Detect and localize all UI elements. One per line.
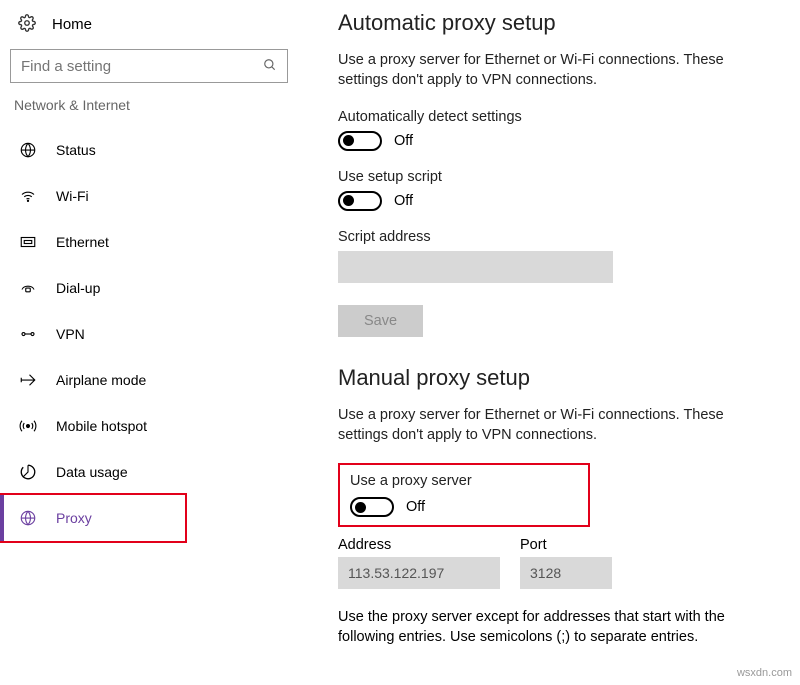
vpn-icon xyxy=(18,324,38,344)
auto-detect-label: Automatically detect settings xyxy=(338,109,780,125)
sidebar-item-dialup[interactable]: Dial-up xyxy=(10,265,300,311)
globe-icon xyxy=(18,140,38,160)
setup-script-toggle[interactable] xyxy=(338,191,382,211)
dialup-icon xyxy=(18,278,38,298)
content: Automatic proxy setup Use a proxy server… xyxy=(300,0,800,685)
sidebar-item-airplane[interactable]: Airplane mode xyxy=(10,357,300,403)
search-icon xyxy=(263,58,277,75)
save-button[interactable]: Save xyxy=(338,305,423,337)
sidebar-item-wifi[interactable]: Wi-Fi xyxy=(10,173,300,219)
address-label: Address xyxy=(338,537,500,553)
sidebar-item-status[interactable]: Status xyxy=(10,127,300,173)
home-label: Home xyxy=(52,16,92,33)
sidebar-item-label: Mobile hotspot xyxy=(56,418,147,434)
ethernet-icon xyxy=(18,232,38,252)
sidebar-item-label: Proxy xyxy=(56,510,92,526)
setup-script-state: Off xyxy=(394,193,413,209)
search-input[interactable] xyxy=(21,58,263,75)
use-proxy-highlight: Use a proxy server Off xyxy=(338,463,590,527)
auto-detect-state: Off xyxy=(394,133,413,149)
auto-detect-toggle[interactable] xyxy=(338,131,382,151)
setup-script-label: Use setup script xyxy=(338,169,780,185)
port-input[interactable] xyxy=(520,557,612,589)
port-label: Port xyxy=(520,537,612,553)
proxy-icon xyxy=(18,508,38,528)
sidebar-item-label: Airplane mode xyxy=(56,372,146,388)
auto-heading: Automatic proxy setup xyxy=(338,10,780,36)
use-proxy-label: Use a proxy server xyxy=(350,473,578,489)
home-button[interactable]: Home xyxy=(10,10,300,47)
search-box[interactable] xyxy=(10,49,288,83)
use-proxy-state: Off xyxy=(406,499,425,515)
nav-list: Status Wi-Fi Ethernet Dial-up VPN Airpla… xyxy=(10,127,300,541)
script-address-input[interactable] xyxy=(338,251,613,283)
category-label: Network & Internet xyxy=(14,97,300,113)
auto-description: Use a proxy server for Ethernet or Wi-Fi… xyxy=(338,50,758,91)
sidebar-item-data-usage[interactable]: Data usage xyxy=(10,449,300,495)
sidebar-item-label: Dial-up xyxy=(56,280,100,296)
data-usage-icon xyxy=(18,462,38,482)
wifi-icon xyxy=(18,186,38,206)
address-input[interactable] xyxy=(338,557,500,589)
exceptions-text: Use the proxy server except for addresse… xyxy=(338,607,748,648)
sidebar-item-label: Wi-Fi xyxy=(56,188,89,204)
sidebar-item-label: VPN xyxy=(56,326,85,342)
sidebar-item-vpn[interactable]: VPN xyxy=(10,311,300,357)
sidebar-item-ethernet[interactable]: Ethernet xyxy=(10,219,300,265)
manual-description: Use a proxy server for Ethernet or Wi-Fi… xyxy=(338,405,758,446)
manual-heading: Manual proxy setup xyxy=(338,365,780,391)
watermark: wsxdn.com xyxy=(737,667,792,679)
sidebar-item-label: Ethernet xyxy=(56,234,109,250)
gear-icon xyxy=(18,14,36,35)
manual-proxy-section: Manual proxy setup Use a proxy server fo… xyxy=(338,365,780,648)
sidebar-item-hotspot[interactable]: Mobile hotspot xyxy=(10,403,300,449)
sidebar-item-label: Status xyxy=(56,142,96,158)
automatic-proxy-section: Automatic proxy setup Use a proxy server… xyxy=(338,10,780,337)
use-proxy-toggle[interactable] xyxy=(350,497,394,517)
script-address-label: Script address xyxy=(338,229,780,245)
sidebar: Home Network & Internet Status Wi-Fi Eth… xyxy=(0,0,300,685)
sidebar-item-label: Data usage xyxy=(56,464,128,480)
hotspot-icon xyxy=(18,416,38,436)
sidebar-item-proxy[interactable]: Proxy xyxy=(0,495,185,541)
airplane-icon xyxy=(18,370,38,390)
